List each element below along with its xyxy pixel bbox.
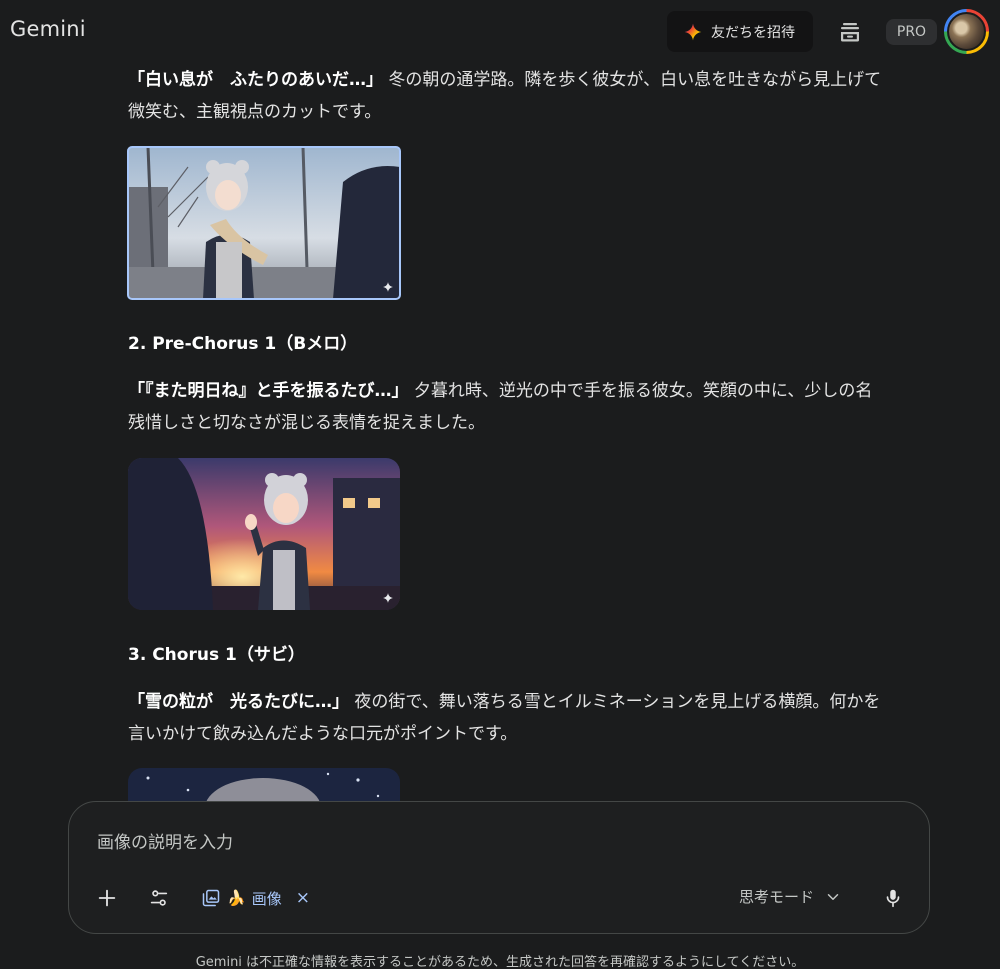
sunset-wave-image	[128, 458, 400, 610]
section-3-title: 「雪の粒が 光るたびに…」	[128, 692, 349, 712]
prompt-input[interactable]: 画像の説明を入力	[97, 828, 233, 853]
thinking-mode-selector[interactable]: 思考モード	[739, 886, 842, 907]
sparkle-icon	[684, 23, 702, 40]
invite-friends-label: 友だちを招待	[711, 24, 795, 41]
chevron-down-icon	[827, 893, 839, 900]
microphone-icon	[886, 889, 900, 908]
section-2-desc-line2: 残惜しさと切なさが混じる表情を捉えました。	[128, 413, 485, 433]
pro-badge[interactable]: PRO	[886, 19, 937, 45]
disclaimer-text: Gemini は不正確な情報を表示することがあるため、生成された回答を再確認する…	[195, 955, 805, 969]
section-1-desc-line1: 冬の朝の通学路。隣を歩く彼女が、白い息を吐きながら見上げて	[388, 70, 882, 90]
section-3-desc-line2: 言いかけて飲み込んだような口元がポイントです。	[128, 724, 518, 744]
thinking-mode-label: 思考モード	[739, 888, 815, 906]
section-2-heading: 2. Pre-Chorus 1（Bメロ）	[128, 334, 358, 354]
generated-image-1[interactable]	[127, 146, 401, 300]
brand-logo[interactable]: Gemini	[10, 17, 86, 41]
image-tool-label: 画像	[251, 889, 282, 908]
avatar	[947, 12, 986, 51]
image-tool-chip[interactable]: 🍌 画像 ×	[201, 884, 310, 912]
account-avatar[interactable]	[944, 9, 989, 54]
add-button[interactable]	[93, 884, 121, 912]
ai-sparkle-icon	[383, 593, 393, 603]
gemini-app: Gemini 友だちを招待 PRO 「白い息が ふたりのあいだ…」 冬の朝の通学…	[0, 0, 1000, 969]
section-1-desc-line2: 微笑む、主観視点のカットです。	[128, 102, 382, 122]
section-3-heading: 3. Chorus 1（サビ）	[128, 645, 305, 665]
banana-emoji: 🍌	[227, 889, 246, 907]
chat-history-button[interactable]	[834, 16, 866, 48]
plus-icon	[98, 889, 116, 907]
section-1-title: 「白い息が ふたりのあいだ…」	[128, 70, 383, 90]
remove-image-tool-button[interactable]: ×	[296, 888, 310, 908]
tune-icon	[150, 890, 168, 906]
section-3-text: 「雪の粒が 光るたびに…」 夜の街で、舞い落ちる雪とイルミネーションを見上げる横…	[128, 686, 928, 750]
tools-button[interactable]	[145, 884, 173, 912]
microphone-button[interactable]	[879, 884, 907, 912]
invite-friends-button[interactable]: 友だちを招待	[667, 11, 813, 52]
section-2-title: 「『また明日ね』と手を振るたび…」	[128, 381, 409, 401]
ai-sparkle-icon	[383, 282, 393, 292]
prompt-composer: 画像の説明を入力 🍌 画像 × 思考モード	[68, 801, 930, 934]
generated-image-2[interactable]	[128, 458, 400, 610]
chat-history-icon	[841, 23, 859, 42]
section-3-desc-line1: 夜の街で、舞い落ちる雪とイルミネーションを見上げる横顔。何かを	[354, 692, 881, 712]
image-gallery-icon	[202, 889, 220, 907]
section-2-text: 「『また明日ね』と手を振るたび…」 夕暮れ時、逆光の中で手を振る彼女。笑顔の中に…	[128, 375, 928, 439]
section-1-text: 「白い息が ふたりのあいだ…」 冬の朝の通学路。隣を歩く彼女が、白い息を吐きなが…	[128, 64, 928, 128]
section-2-desc-line1: 夕暮れ時、逆光の中で手を振る彼女。笑顔の中に、少しの名	[413, 381, 873, 401]
winter-morning-image	[128, 147, 400, 299]
